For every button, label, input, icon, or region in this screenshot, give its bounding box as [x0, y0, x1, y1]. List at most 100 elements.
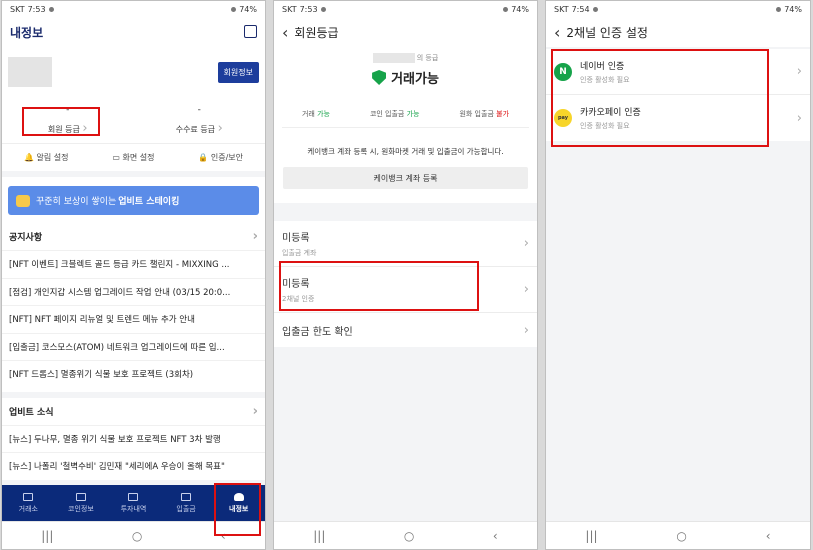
profile-row: 회원정보	[2, 47, 265, 97]
chart-icon	[75, 492, 86, 501]
settings-label: 인증/보안	[210, 153, 244, 162]
chevron-right-icon: ›	[523, 282, 529, 297]
row-title: 미등록	[282, 233, 310, 244]
blurred-username	[372, 53, 415, 63]
settings-label: 화면 설정	[122, 153, 155, 162]
battery-level: 74%	[511, 4, 529, 14]
clock: 7:53	[27, 4, 46, 14]
member-info-button[interactable]: 회원정보	[217, 61, 259, 83]
notice-item[interactable]: [NFT] NFT 페이지 리뉴얼 및 트렌드 메뉴 추가 안내	[2, 305, 265, 333]
notification-settings-button[interactable]: 🔔 알림 설정	[24, 152, 69, 163]
staking-banner[interactable]: 꾸준히 보상이 쌓이는 업비트 스테이킹	[8, 186, 259, 215]
back-arrow-icon[interactable]: ‹	[282, 23, 288, 42]
highlight-box	[22, 107, 100, 136]
recent-apps-icon[interactable]: |||	[41, 529, 53, 543]
page-title: 회원등급	[294, 25, 339, 40]
notice-header[interactable]: 공지사항 ›	[2, 223, 265, 250]
highlight-box	[279, 261, 479, 311]
perm-value: 가능	[406, 110, 420, 118]
header: ‹ 2채널 인증 설정	[546, 17, 810, 47]
fee-grade-link[interactable]: - 수수료 등급 ›	[134, 97, 266, 143]
perm-coin: 코인 입출금 가능	[370, 109, 420, 119]
fee-grade-label: 수수료 등급	[175, 124, 216, 134]
home-icon[interactable]: ○	[132, 529, 142, 543]
perm-trade: 거래 가능	[302, 109, 330, 119]
page-title: 2채널 인증 설정	[566, 25, 648, 40]
display-settings-button[interactable]: ▭ 화면 설정	[112, 152, 154, 163]
security-settings-button[interactable]: 🔒 인증/보안	[198, 152, 243, 163]
chevron-right-icon: ›	[217, 120, 223, 136]
news-item[interactable]: [뉴스] 두나무, 멸종 위기 식물 보호 프로젝트 NFT 3차 발행	[2, 424, 265, 453]
chevron-right-icon: ›	[523, 322, 529, 338]
android-nav-bar: ||| ○ ‹	[274, 521, 537, 549]
coin-icon	[16, 194, 30, 207]
notice-item[interactable]: [점검] 개인지갑 시스템 업그레이드 작업 안내 (03/15 20:0...	[2, 277, 265, 306]
phone-my-info: SKT 7:53 74% 내정보 회원정보 - 회원 등급 › - 수수료 등급 …	[1, 0, 266, 550]
perm-value: 가능	[317, 110, 330, 118]
tab-exchange[interactable]: 거래소	[2, 485, 55, 521]
notice-item[interactable]: [입출금] 코스모스(ATOM) 네트워크 업그레이드에 따른 입...	[2, 332, 265, 361]
tab-label: 코인정보	[68, 504, 94, 513]
grade-suffix: 의 등급	[416, 54, 439, 62]
avatar	[8, 57, 52, 87]
fee-grade-value: -	[197, 104, 201, 115]
clock: 7:54	[571, 4, 590, 14]
header: 내정보	[2, 17, 265, 47]
row-subtitle: 입출금 계좌	[282, 249, 317, 257]
page-title: 내정보	[10, 25, 44, 40]
android-nav-bar: ||| ○ ‹	[546, 521, 810, 549]
settings-row: 🔔 알림 설정 ▭ 화면 설정 🔒 인증/보안	[2, 143, 265, 171]
chevron-right-icon: ›	[252, 403, 258, 419]
news-item[interactable]: [뉴스] 나폴리 '철벽수비' 김민재 "세리에A 우승이 올해 목표"	[2, 452, 265, 480]
phone-two-channel-auth: SKT 7:54 74% ‹ 2채널 인증 설정 N 네이버 인증 인증 활성화 필…	[545, 0, 811, 550]
deposit-limit-row[interactable]: 입출금 한도 확인 ›	[274, 313, 537, 347]
settings-label: 알림 설정	[36, 153, 69, 162]
tab-label: 입출금	[176, 504, 196, 513]
header: ‹ 회원등급	[274, 17, 537, 47]
recent-apps-icon[interactable]: |||	[313, 529, 325, 543]
description: 케이뱅크 계좌 등록 시, 원화마켓 거래 및 입출금이 가능합니다.	[307, 147, 504, 156]
carrier: SKT	[554, 4, 569, 14]
scan-icon[interactable]	[244, 25, 257, 38]
banner-bold-text: 업비트 스테이킹	[118, 197, 180, 207]
highlight-box	[551, 49, 769, 147]
carrier: SKT	[282, 4, 297, 14]
notification-icon	[320, 6, 326, 12]
chevron-right-icon: ›	[523, 236, 529, 251]
permissions-row: 거래 가능 코인 입출금 가능 원화 입출금 불가	[282, 109, 529, 128]
banner-text: 꾸준히 보상이 쌓이는	[36, 197, 117, 207]
clock: 7:53	[299, 4, 318, 14]
back-arrow-icon[interactable]: ‹	[554, 23, 560, 42]
tab-deposit[interactable]: 입출금	[160, 485, 213, 521]
upbit-news-header[interactable]: 업비트 소식 ›	[2, 398, 265, 425]
back-icon[interactable]: ‹	[493, 529, 498, 543]
notice-title: 공지사항	[9, 233, 43, 243]
wifi-icon	[776, 6, 782, 12]
chevron-right-icon: ›	[796, 110, 802, 126]
notice-item[interactable]: [NFT 드롭스] 멸종위기 식물 보호 프로젝트 (3회차)	[2, 360, 265, 388]
tab-label: 거래소	[18, 504, 38, 513]
status-bar: SKT 7:53 74%	[274, 1, 537, 17]
tab-coin-info[interactable]: 코인정보	[55, 485, 108, 521]
register-account-button[interactable]: 케이뱅크 계좌 등록	[283, 167, 528, 189]
tab-investments[interactable]: 투자내역	[107, 485, 160, 521]
highlight-box	[214, 483, 261, 536]
notification-icon	[48, 6, 54, 12]
grade-owner: 의 등급	[274, 53, 537, 63]
phone-member-grade: SKT 7:53 74% ‹ 회원등급 의 등급 거래가능 거래 가능 코인 입출…	[273, 0, 538, 550]
home-icon[interactable]: ○	[676, 529, 686, 543]
perm-label: 거래	[301, 110, 315, 118]
row-title: 입출금 한도 확인	[282, 326, 353, 338]
perm-krw: 원화 입출금 불가	[459, 109, 509, 119]
wifi-icon	[503, 6, 509, 12]
status-bar: SKT 7:53 74%	[2, 1, 265, 17]
back-icon[interactable]: ‹	[766, 529, 771, 543]
chevron-right-icon: ›	[796, 64, 802, 79]
perm-value: 불가	[496, 110, 510, 118]
perm-label: 코인 입출금	[369, 110, 405, 118]
recent-apps-icon[interactable]: |||	[585, 529, 597, 543]
notice-item[interactable]: [NFT 이벤트] 크블렉트 골드 등급 카드 챌린지 - MIXXING ..…	[2, 250, 265, 278]
upbit-news-title: 업비트 소식	[9, 407, 54, 418]
perm-label: 원화 입출금	[459, 110, 494, 118]
home-icon[interactable]: ○	[404, 529, 414, 543]
